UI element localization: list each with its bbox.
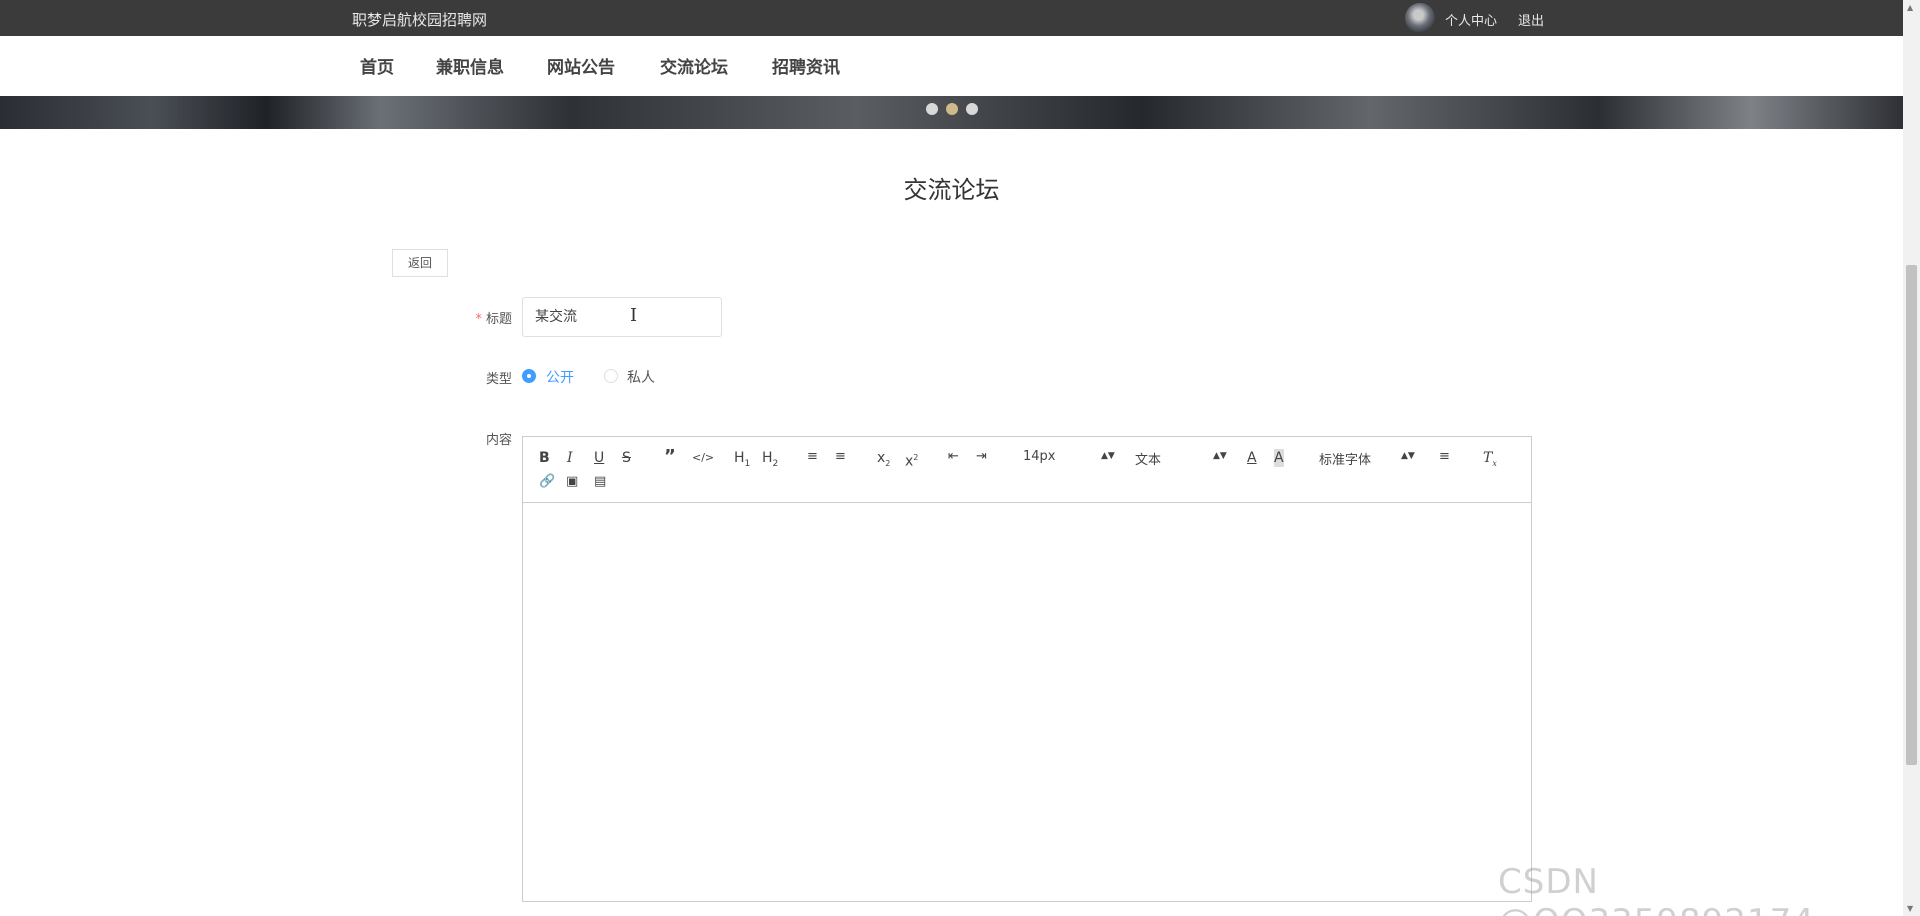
font-family-select[interactable]: 标准字体 ▲▼ <box>1319 449 1415 468</box>
page-scrollbar[interactable]: ▲ ▼ <box>1903 0 1920 916</box>
type-private-radio[interactable] <box>604 369 618 383</box>
top-bar: 职梦启航校园招聘网 个人中心 退出 <box>0 0 1903 36</box>
select-caret-icon: ▲▼ <box>1401 451 1415 461</box>
nav-item-home[interactable]: 首页 <box>360 53 394 78</box>
carousel-dot-1[interactable] <box>926 103 938 115</box>
title-label-text: 标题 <box>485 312 512 327</box>
main-nav: 首页 兼职信息 网站公告 交流论坛 招聘资讯 <box>0 36 1903 96</box>
type-public-radio[interactable] <box>522 369 536 383</box>
image-icon[interactable]: ▣ <box>566 473 578 491</box>
background-color-icon[interactable]: A <box>1274 449 1284 467</box>
back-button[interactable]: 返回 <box>392 249 448 277</box>
superscript-icon[interactable]: x2 <box>905 449 918 471</box>
type-public-label[interactable]: 公开 <box>546 367 574 387</box>
editor-content-area[interactable] <box>523 503 1531 901</box>
font-family-value: 标准字体 <box>1319 453 1372 468</box>
bold-icon[interactable]: B <box>539 449 550 467</box>
scroll-thumb[interactable] <box>1906 265 1917 765</box>
link-icon[interactable]: 🔗 <box>539 473 555 491</box>
nav-item-part-time[interactable]: 兼职信息 <box>436 53 504 78</box>
page-title: 交流论坛 <box>903 176 1000 204</box>
underline-icon[interactable]: U <box>594 449 604 467</box>
site-name[interactable]: 职梦启航校园招聘网 <box>352 9 487 30</box>
user-center-link[interactable]: 个人中心 <box>1445 10 1497 29</box>
logout-link[interactable]: 退出 <box>1518 10 1544 29</box>
outdent-icon[interactable]: ⇤ <box>948 448 959 466</box>
editor-toolbar: B I U S ” </> H1 H2 ≡ ≡ x2 x2 ⇤ ⇥ 14px ▲… <box>523 437 1531 503</box>
title-label: * 标题 <box>442 308 512 327</box>
strikethrough-icon[interactable]: S <box>622 449 631 467</box>
header-select-value: 文本 <box>1135 453 1162 468</box>
font-size-select[interactable]: 14px ▲▼ <box>1023 449 1115 464</box>
header1-icon[interactable]: H1 <box>734 449 750 473</box>
title-input[interactable]: 某交流 <box>522 297 722 337</box>
type-label: 类型 <box>485 372 512 387</box>
clear-format-icon[interactable]: Tx <box>1483 449 1497 473</box>
content-label: 内容 <box>485 433 512 448</box>
avatar[interactable] <box>1405 3 1435 33</box>
align-icon[interactable]: ≡ <box>1439 448 1450 466</box>
ordered-list-icon[interactable]: ≡ <box>807 448 818 466</box>
nav-item-forum[interactable]: 交流论坛 <box>660 53 728 78</box>
nav-item-announcements[interactable]: 网站公告 <box>547 53 615 78</box>
code-block-icon[interactable]: </> <box>692 449 714 467</box>
video-icon[interactable]: ▤ <box>594 473 606 491</box>
required-mark: * <box>475 312 482 327</box>
text-cursor-icon: I <box>630 305 638 326</box>
type-private-label[interactable]: 私人 <box>627 367 655 387</box>
font-size-value: 14px <box>1023 449 1056 464</box>
rich-text-editor: B I U S ” </> H1 H2 ≡ ≡ x2 x2 ⇤ ⇥ 14px ▲… <box>522 436 1532 902</box>
blockquote-icon[interactable]: ” <box>664 448 676 466</box>
watermark: CSDN @QQ3359892174 <box>1498 862 1814 916</box>
select-caret-icon: ▲▼ <box>1213 451 1227 461</box>
nav-item-news[interactable]: 招聘资讯 <box>772 53 840 78</box>
italic-icon[interactable]: I <box>567 449 573 467</box>
font-color-icon[interactable]: A <box>1247 449 1257 467</box>
subscript-icon[interactable]: x2 <box>877 449 890 473</box>
carousel-dot-2[interactable] <box>946 103 958 115</box>
header2-icon[interactable]: H2 <box>762 449 778 473</box>
select-caret-icon: ▲▼ <box>1101 451 1115 461</box>
indent-icon[interactable]: ⇥ <box>976 448 987 466</box>
header-select[interactable]: 文本 ▲▼ <box>1135 449 1227 468</box>
scroll-up-icon[interactable]: ▲ <box>1907 3 1913 12</box>
bullet-list-icon[interactable]: ≡ <box>835 448 846 466</box>
carousel-dot-3[interactable] <box>966 103 978 115</box>
